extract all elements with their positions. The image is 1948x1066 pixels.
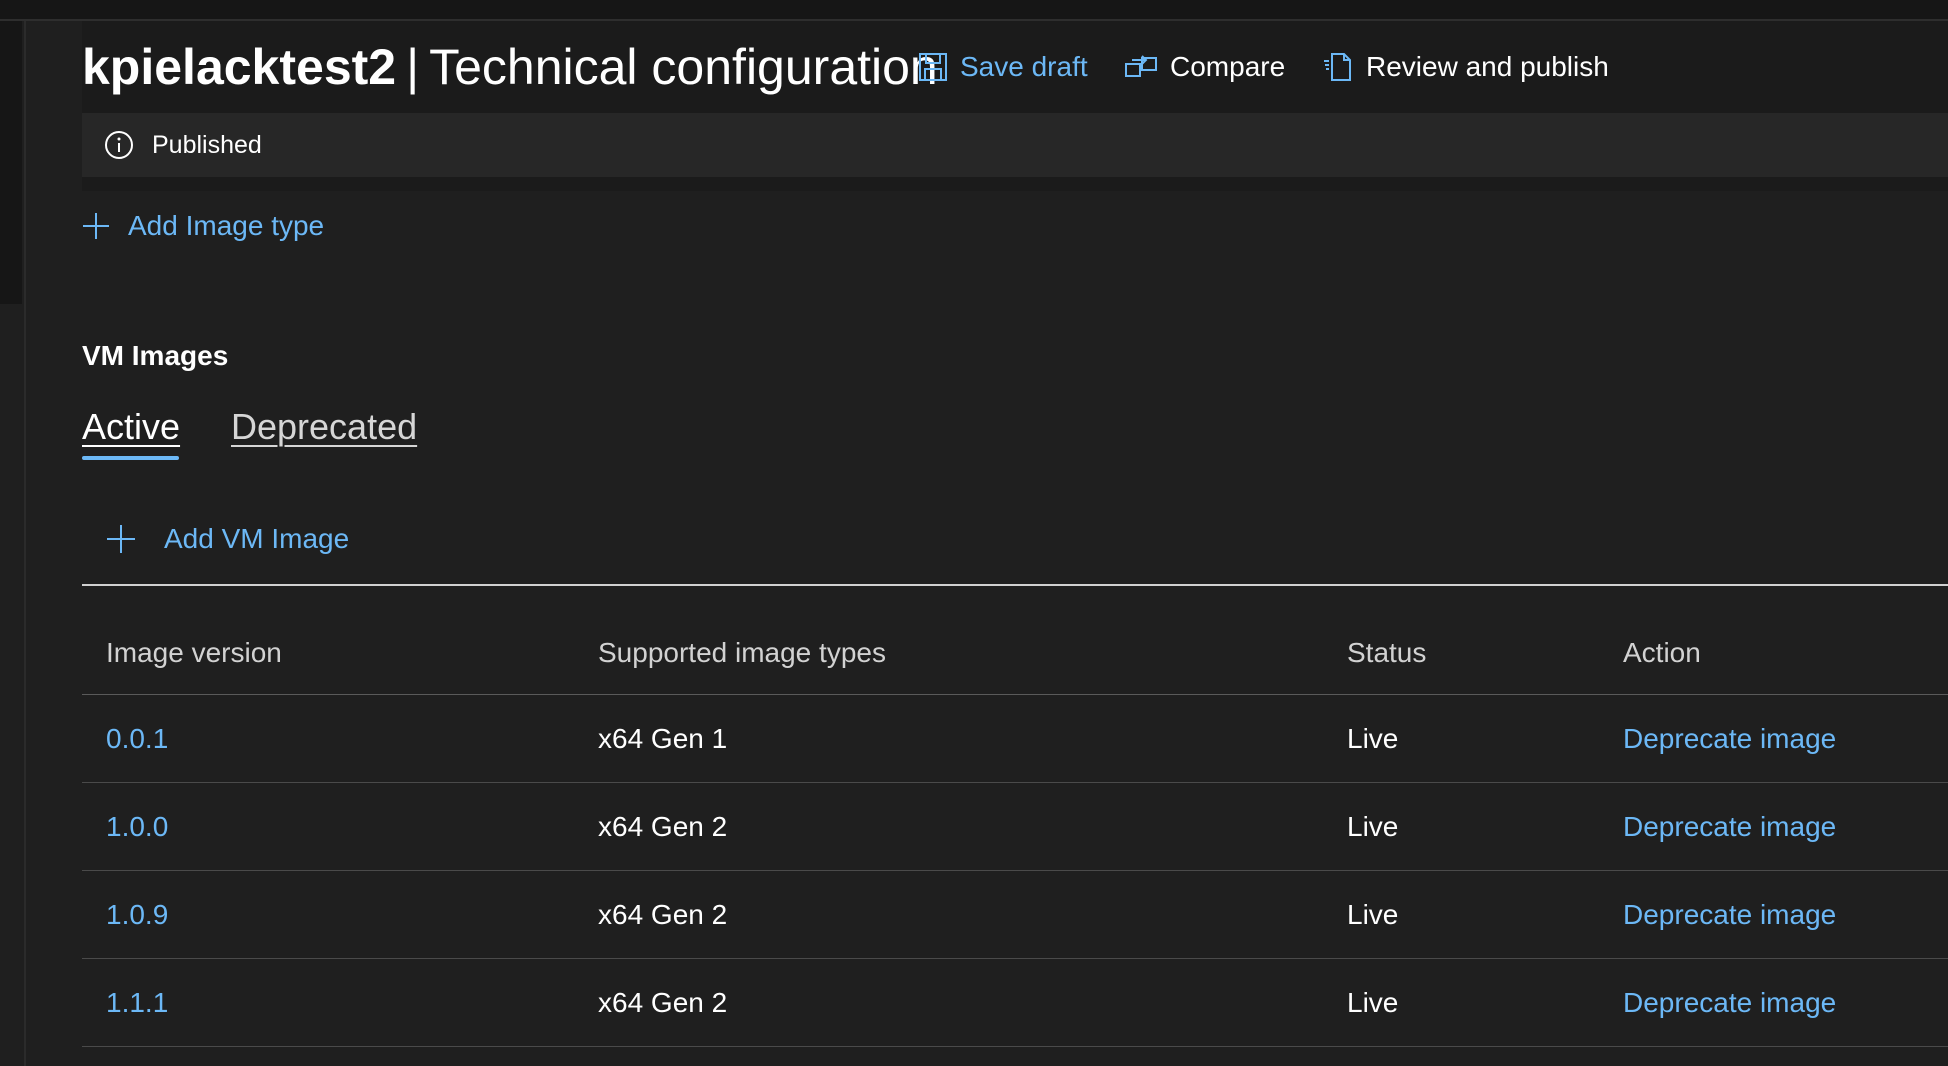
image-version-link[interactable]: 1.0.9 <box>106 871 168 958</box>
column-header-status[interactable]: Status <box>1347 612 1426 694</box>
table-row: 1.1.1 x64 Gen 2 Live Deprecate image <box>82 959 1948 1047</box>
app-frame: kpielacktest2 | Technical configuration Sa… <box>0 0 1948 1066</box>
supported-types-cell: x64 Gen 2 <box>598 810 728 842</box>
image-version-link[interactable]: 1.0.0 <box>106 783 168 870</box>
status-cell: Live <box>1347 898 1399 930</box>
column-header-supported-types[interactable]: Supported image types <box>598 612 886 694</box>
compare-label: Compare <box>1170 51 1286 82</box>
supported-types-cell: x64 Gen 2 <box>598 986 728 1018</box>
deprecate-image-link[interactable]: Deprecate image <box>1623 695 1836 782</box>
info-icon <box>104 130 134 160</box>
deprecate-image-link[interactable]: Deprecate image <box>1623 959 1836 1046</box>
offer-name: kpielacktest2 <box>82 39 397 95</box>
status-bar: Published <box>82 113 1948 191</box>
top-bar <box>0 0 1948 21</box>
status-cell: Live <box>1347 722 1399 754</box>
image-version-link[interactable]: 0.0.1 <box>106 695 168 782</box>
deprecate-image-link[interactable]: Deprecate image <box>1623 871 1836 958</box>
add-image-type-label: Add Image type <box>128 210 325 241</box>
column-header-action[interactable]: Action <box>1623 612 1701 694</box>
page-header: kpielacktest2 | Technical configuration Sa… <box>82 21 1948 113</box>
review-publish-label: Review and publish <box>1366 51 1609 82</box>
table-row: 1.0.9 x64 Gen 2 Live Deprecate image <box>82 871 1948 959</box>
table-top-divider <box>82 584 1948 586</box>
supported-types-cell: x64 Gen 1 <box>598 722 728 754</box>
page-title: kpielacktest2 | Technical configuration <box>82 37 938 97</box>
add-vm-image-label: Add VM Image <box>164 523 350 554</box>
image-version-link[interactable]: 1.1.1 <box>106 959 168 1046</box>
deprecate-image-link[interactable]: Deprecate image <box>1623 783 1836 870</box>
vm-images-table: Image version Supported image types Stat… <box>82 612 1948 1047</box>
save-draft-button[interactable]: Save draft <box>918 47 1088 87</box>
active-tab-indicator <box>82 456 179 460</box>
table-header-row: Image version Supported image types Stat… <box>82 612 1948 695</box>
save-icon <box>918 52 960 82</box>
status-cell: Live <box>1347 986 1399 1018</box>
review-publish-button[interactable]: Review and publish <box>1322 47 1609 87</box>
left-divider <box>24 21 26 1066</box>
section-name: Technical configuration <box>429 39 938 95</box>
tab-deprecated[interactable]: Deprecated <box>231 402 417 452</box>
column-header-image-version[interactable]: Image version <box>106 612 282 694</box>
title-separator: | <box>406 39 420 95</box>
add-image-type-button[interactable]: Add Image type <box>82 206 324 246</box>
tab-active[interactable]: Active <box>82 402 180 452</box>
supported-types-cell: x64 Gen 2 <box>598 898 728 930</box>
table-row: 1.0.0 x64 Gen 2 Live Deprecate image <box>82 783 1948 871</box>
table-row: 0.0.1 x64 Gen 1 Live Deprecate image <box>82 695 1948 783</box>
document-icon <box>1322 51 1366 83</box>
status-cell: Live <box>1347 810 1399 842</box>
add-vm-image-button[interactable]: Add VM Image <box>106 514 349 564</box>
plus-icon <box>82 212 128 240</box>
compare-button[interactable]: Compare <box>1124 47 1285 87</box>
save-draft-label: Save draft <box>960 51 1088 82</box>
status-text: Published <box>152 130 262 159</box>
plus-icon <box>106 524 164 554</box>
vm-images-heading: VM Images <box>82 340 229 371</box>
compare-icon <box>1124 52 1170 82</box>
left-rail <box>0 21 22 304</box>
